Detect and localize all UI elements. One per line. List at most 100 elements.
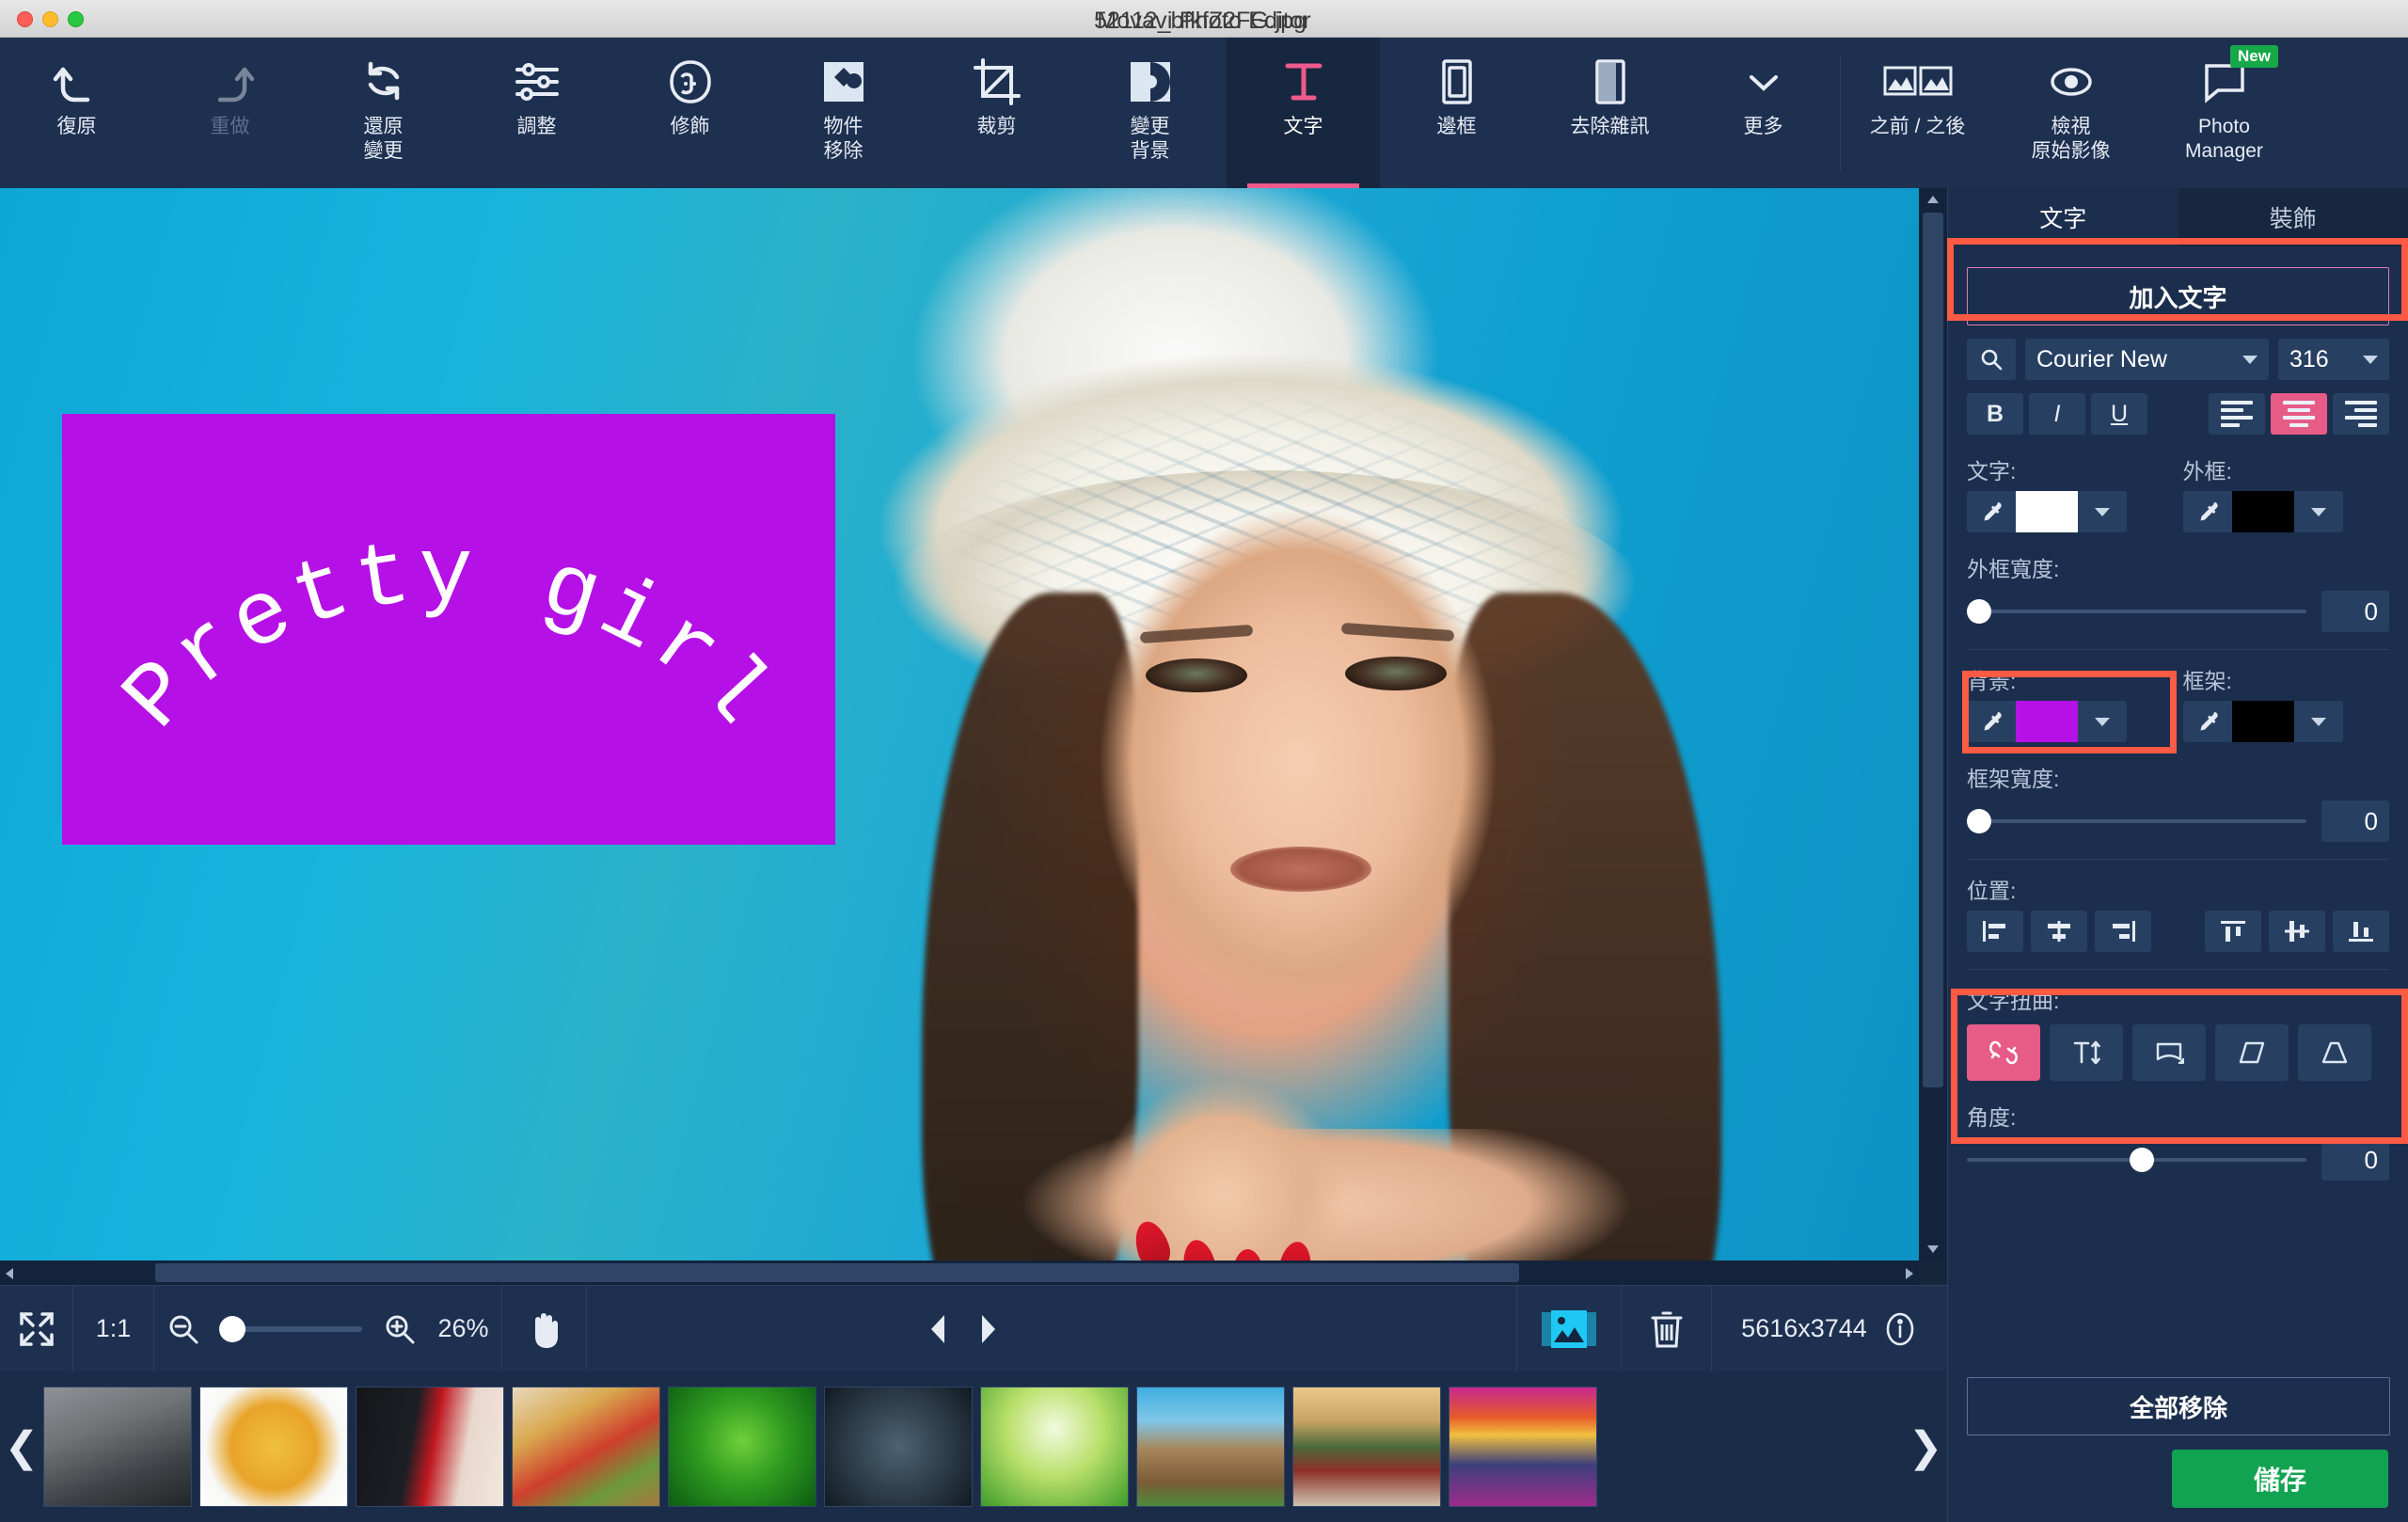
remove-all-button[interactable]: 全部移除 bbox=[1967, 1377, 2390, 1435]
zoom-in-icon[interactable] bbox=[383, 1312, 417, 1346]
frame-color-dropdown[interactable] bbox=[2293, 701, 2343, 742]
angle-slider[interactable] bbox=[1967, 1148, 2306, 1172]
save-button[interactable]: 儲存 bbox=[2172, 1450, 2388, 1508]
tool-reset-changes[interactable]: 還原 變更 bbox=[307, 38, 460, 188]
add-text-button[interactable]: 加入文字 bbox=[1967, 267, 2389, 325]
tool-frame[interactable]: 邊框 bbox=[1380, 38, 1533, 188]
arch-warp-button[interactable] bbox=[2132, 1024, 2206, 1081]
canvas-horizontal-scrollbar[interactable] bbox=[0, 1260, 1919, 1285]
vertical-scroll-thumb[interactable] bbox=[1923, 213, 1943, 1087]
frame-color-eyedropper[interactable] bbox=[2182, 701, 2232, 742]
image-canvas[interactable]: Pretty girl bbox=[0, 188, 1919, 1260]
outline-color-eyedropper[interactable] bbox=[2182, 491, 2232, 532]
frame-width-value[interactable]: 0 bbox=[2321, 801, 2389, 842]
thumb-temple-ruins[interactable] bbox=[1136, 1387, 1285, 1507]
thumb-groceries[interactable] bbox=[512, 1387, 660, 1507]
font-family-select[interactable]: Courier New bbox=[2025, 339, 2269, 380]
frame-width-knob[interactable] bbox=[1967, 809, 1991, 833]
thumb-pasta[interactable] bbox=[199, 1387, 348, 1507]
stretch-vertical-button[interactable] bbox=[2050, 1024, 2123, 1081]
zoom-control[interactable]: 26% bbox=[154, 1285, 502, 1372]
tool-object-removal[interactable]: 物件 移除 bbox=[767, 38, 920, 188]
compare-stack-button[interactable] bbox=[1516, 1285, 1622, 1372]
outline-width-value[interactable]: 0 bbox=[2321, 591, 2389, 632]
background-color-dropdown[interactable] bbox=[2078, 701, 2127, 742]
zoom-slider[interactable] bbox=[219, 1315, 363, 1342]
tab-text[interactable]: 文字 bbox=[1948, 188, 2178, 246]
align-center-button[interactable] bbox=[2271, 393, 2327, 435]
tool-redo[interactable]: 重做 bbox=[153, 38, 307, 188]
text-overlay-box[interactable]: Pretty girl bbox=[62, 414, 835, 845]
text-color-eyedropper[interactable] bbox=[1967, 491, 2016, 532]
tool-before-after[interactable]: 之前 / 之後 bbox=[1841, 38, 1994, 188]
italic-button[interactable]: I bbox=[2029, 393, 2085, 435]
align-horizontal-left-button[interactable] bbox=[1967, 911, 2023, 952]
zoom-slider-knob[interactable] bbox=[219, 1315, 246, 1342]
skew-warp-button[interactable] bbox=[2215, 1024, 2289, 1081]
tab-decoration[interactable]: 裝飾 bbox=[2178, 188, 2408, 246]
align-vertical-bottom-button[interactable] bbox=[2333, 911, 2389, 952]
thumb-sunset-flowers[interactable] bbox=[1449, 1387, 1597, 1507]
thumb-green-drops[interactable] bbox=[668, 1387, 816, 1507]
image-navigation[interactable] bbox=[907, 1286, 1020, 1372]
align-horizontal-center-button[interactable] bbox=[2031, 911, 2087, 952]
actual-size-button[interactable]: 1:1 bbox=[73, 1285, 154, 1372]
hand-tool-button[interactable] bbox=[502, 1285, 587, 1372]
thumbnail-filmstrip[interactable]: ❮ ❯ bbox=[0, 1371, 1947, 1522]
thumb-boxing[interactable] bbox=[824, 1387, 973, 1507]
info-icon[interactable] bbox=[1882, 1311, 1918, 1347]
filmstrip-prev-arrow[interactable]: ❮ bbox=[0, 1423, 43, 1471]
align-vertical-middle-button[interactable] bbox=[2269, 911, 2325, 952]
canvas-vertical-scrollbar[interactable] bbox=[1919, 188, 1947, 1260]
fit-to-screen-button[interactable] bbox=[0, 1285, 73, 1372]
tool-adjust[interactable]: 調整 bbox=[460, 38, 613, 188]
font-search-button[interactable] bbox=[1967, 339, 2016, 380]
align-horizontal-right-button[interactable] bbox=[2095, 911, 2151, 952]
thumb-pagoda[interactable] bbox=[1292, 1387, 1441, 1507]
outline-color-picker[interactable] bbox=[2182, 491, 2390, 532]
zoom-out-icon[interactable] bbox=[166, 1312, 200, 1346]
text-color-dropdown[interactable] bbox=[2078, 491, 2127, 532]
horizontal-scroll-thumb[interactable] bbox=[155, 1263, 1519, 1282]
next-image-icon[interactable] bbox=[976, 1313, 1001, 1345]
text-color-swatch[interactable] bbox=[2016, 491, 2078, 532]
outline-width-knob[interactable] bbox=[1967, 599, 1991, 624]
scroll-left-arrow[interactable] bbox=[6, 1268, 13, 1279]
bold-button[interactable]: B bbox=[1967, 393, 2023, 435]
align-right-button[interactable] bbox=[2333, 393, 2389, 435]
thumb-workout[interactable] bbox=[43, 1387, 192, 1507]
tool-view-original[interactable]: 檢視 原始影像 bbox=[1994, 38, 2147, 188]
outline-color-dropdown[interactable] bbox=[2293, 491, 2343, 532]
angle-value[interactable]: 0 bbox=[2321, 1139, 2389, 1181]
delete-button[interactable] bbox=[1622, 1285, 1712, 1372]
thumbnail-list[interactable] bbox=[43, 1387, 1904, 1507]
thumb-green-leaves[interactable] bbox=[980, 1387, 1129, 1507]
tool-remove-noise[interactable]: 去除雜訊 bbox=[1533, 38, 1687, 188]
text-color-picker[interactable] bbox=[1967, 491, 2174, 532]
align-left-button[interactable] bbox=[2209, 393, 2265, 435]
underline-button[interactable]: U bbox=[2091, 393, 2147, 435]
outline-width-slider[interactable] bbox=[1967, 599, 2306, 624]
angle-knob[interactable] bbox=[2130, 1148, 2155, 1172]
frame-color-picker[interactable] bbox=[2182, 701, 2390, 742]
frame-color-swatch[interactable] bbox=[2231, 701, 2294, 742]
previous-image-icon[interactable] bbox=[926, 1313, 950, 1345]
image-info[interactable]: 5616x3744 bbox=[1712, 1286, 1947, 1372]
tool-undo[interactable]: 復原 bbox=[0, 38, 153, 188]
panel-tabs[interactable]: 文字 裝飾 bbox=[1948, 188, 2408, 246]
scroll-right-arrow[interactable] bbox=[1906, 1268, 1913, 1279]
tool-change-background[interactable]: 變更 背景 bbox=[1073, 38, 1227, 188]
tool-text[interactable]: 文字 bbox=[1227, 38, 1380, 188]
circle-warp-button[interactable] bbox=[1967, 1024, 2040, 1081]
frame-width-slider[interactable] bbox=[1967, 809, 2306, 833]
background-color-picker[interactable] bbox=[1967, 701, 2174, 742]
trapezoid-warp-button[interactable] bbox=[2298, 1024, 2371, 1081]
font-size-select[interactable]: 316 bbox=[2278, 339, 2389, 380]
filmstrip-next-arrow[interactable]: ❯ bbox=[1904, 1423, 1947, 1471]
scroll-up-arrow[interactable] bbox=[1927, 196, 1939, 203]
tool-retouch[interactable]: 修飾 bbox=[613, 38, 767, 188]
tool-more[interactable]: 更多 bbox=[1687, 38, 1840, 188]
tool-crop[interactable]: 裁剪 bbox=[920, 38, 1073, 188]
outline-color-swatch[interactable] bbox=[2231, 491, 2294, 532]
scroll-down-arrow[interactable] bbox=[1927, 1245, 1939, 1253]
